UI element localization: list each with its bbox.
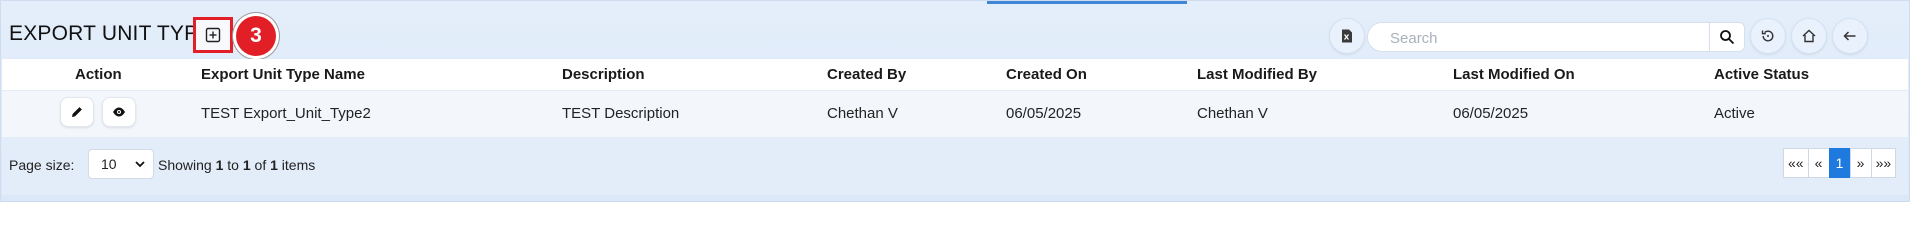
page-size-value: 10 — [101, 156, 117, 172]
annotation-badge: 3 — [236, 16, 276, 56]
page-title: EXPORT UNIT TYPE — [9, 22, 213, 45]
home-button[interactable] — [1791, 18, 1827, 54]
back-arrow-icon — [1843, 31, 1856, 41]
cell-name: TEST Export_Unit_Type2 — [201, 105, 371, 122]
page-frame: EXPORT UNIT TYPE 3 Search Action Export … — [0, 0, 1910, 202]
chevron-down-icon — [135, 161, 145, 168]
view-button[interactable] — [102, 97, 136, 127]
table-header: Action Export Unit Type Name Description… — [2, 59, 1908, 91]
search-input[interactable] — [1390, 27, 1690, 49]
page-size-label: Page size: — [9, 157, 75, 173]
pagination: «« « 1 » »» — [1783, 148, 1897, 178]
data-table: Action Export Unit Type Name Description… — [2, 59, 1908, 137]
search-button[interactable] — [1709, 22, 1745, 52]
page-header: EXPORT UNIT TYPE 3 — [1, 9, 1910, 61]
cell-description: TEST Description — [562, 105, 680, 122]
add-button[interactable] — [193, 17, 233, 53]
column-header-action[interactable]: Action — [75, 66, 122, 83]
eye-icon — [113, 107, 125, 117]
page-size-select[interactable]: 10 — [88, 149, 154, 179]
column-header-description[interactable]: Description — [562, 66, 645, 83]
active-tab-indicator — [987, 1, 1187, 4]
home-icon — [1802, 29, 1816, 43]
first-page-button[interactable]: «« — [1783, 148, 1809, 178]
column-header-active-status[interactable]: Active Status — [1714, 66, 1809, 83]
add-square-icon — [205, 27, 221, 43]
pencil-icon — [72, 107, 82, 117]
back-button[interactable] — [1832, 18, 1868, 54]
column-header-created-on[interactable]: Created On — [1006, 66, 1087, 83]
table-row: TEST Export_Unit_Type2 TEST Description … — [2, 91, 1908, 137]
reset-icon — [1761, 30, 1774, 42]
prev-page-button[interactable]: « — [1807, 148, 1830, 178]
search-box — [1367, 22, 1711, 52]
cell-last-modified-on: 06/05/2025 — [1453, 105, 1529, 122]
column-header-created-by[interactable]: Created By — [827, 66, 906, 83]
cell-created-by: Chethan V — [827, 105, 898, 122]
cell-active-status: Active — [1714, 105, 1755, 122]
items-count: Showing 1 to 1 of 1 items — [158, 157, 316, 173]
excel-export-icon — [1342, 29, 1352, 43]
last-page-button[interactable]: »» — [1870, 148, 1897, 178]
cell-created-on: 06/05/2025 — [1006, 105, 1082, 122]
page-1-button[interactable]: 1 — [1828, 148, 1851, 178]
column-header-last-modified-on[interactable]: Last Modified On — [1453, 66, 1575, 83]
column-header-name[interactable]: Export Unit Type Name — [201, 66, 365, 83]
search-icon — [1720, 30, 1735, 45]
cell-last-modified-by: Chethan V — [1197, 105, 1268, 122]
edit-button[interactable] — [60, 97, 94, 127]
column-header-last-modified-by[interactable]: Last Modified By — [1197, 66, 1317, 83]
next-page-button[interactable]: » — [1849, 148, 1872, 178]
excel-export-button[interactable] — [1329, 18, 1365, 54]
reset-button[interactable] — [1750, 18, 1786, 54]
table-footer: Page size: 10 Showing 1 to 1 of 1 items … — [2, 137, 1908, 195]
